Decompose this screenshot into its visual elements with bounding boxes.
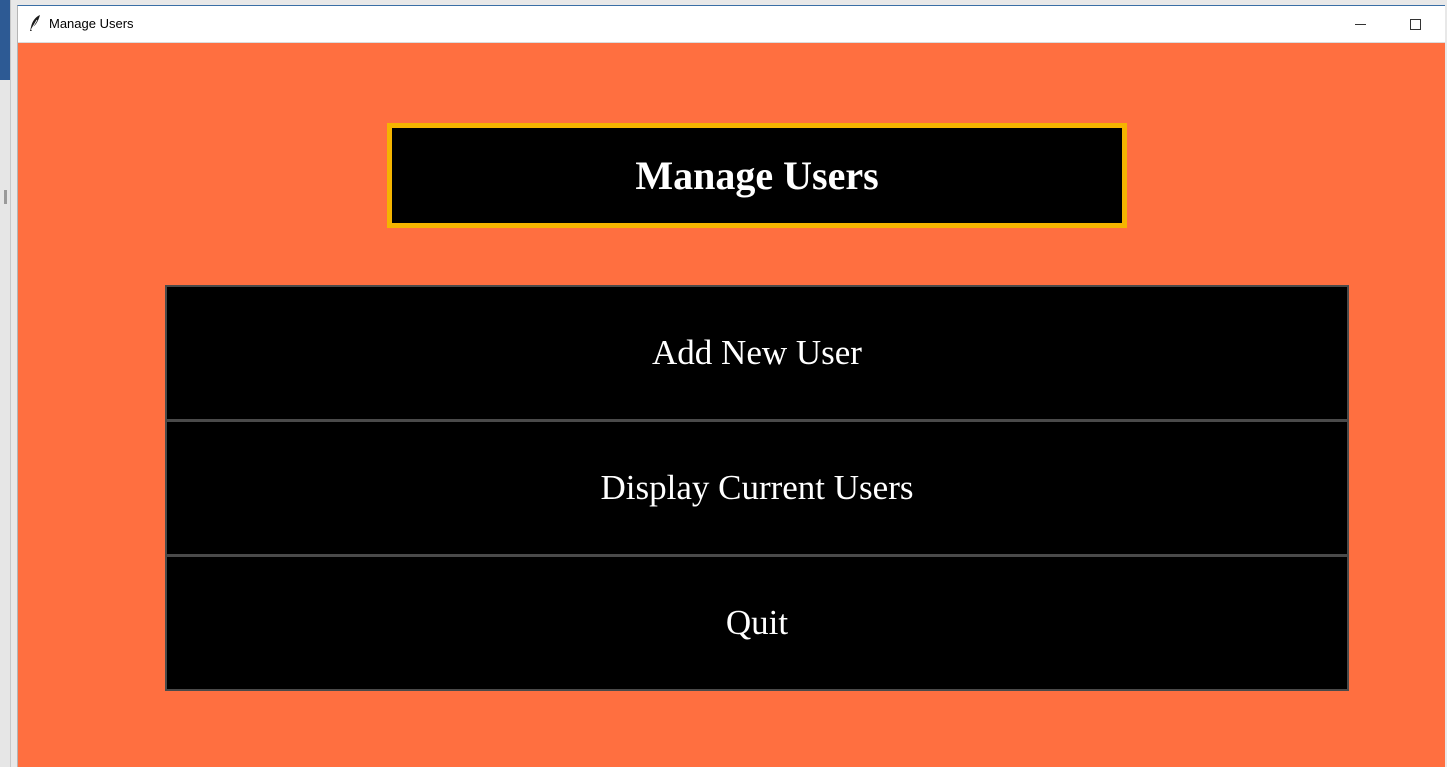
display-current-users-button[interactable]: Display Current Users — [165, 420, 1349, 556]
minimize-button[interactable] — [1337, 6, 1383, 42]
maximize-icon — [1409, 18, 1421, 30]
add-new-user-label: Add New User — [652, 333, 862, 372]
add-new-user-button[interactable]: Add New User — [165, 285, 1349, 421]
window-title: Manage Users — [49, 16, 134, 31]
menu-buttons: Add New User Display Current Users Quit — [165, 285, 1349, 691]
quit-button[interactable]: Quit — [165, 555, 1349, 691]
resize-grip[interactable] — [4, 190, 7, 204]
quit-label: Quit — [725, 603, 789, 642]
screen: Manage Users Manage Users Add New User D… — [0, 0, 1447, 767]
title-bar[interactable]: Manage Users — [18, 6, 1445, 43]
background-window-strip — [0, 0, 10, 80]
background-window-edge — [0, 0, 11, 767]
manage-users-window: Manage Users Manage Users Add New User D… — [17, 5, 1445, 767]
heading-box: Manage Users — [387, 123, 1127, 228]
maximize-button[interactable] — [1392, 6, 1438, 42]
feather-icon — [30, 15, 40, 31]
minimize-icon — [1354, 23, 1366, 25]
main-content: Manage Users Add New User Display Curren… — [18, 43, 1445, 767]
page-title: Manage Users — [635, 153, 879, 198]
display-current-users-label: Display Current Users — [600, 468, 914, 507]
